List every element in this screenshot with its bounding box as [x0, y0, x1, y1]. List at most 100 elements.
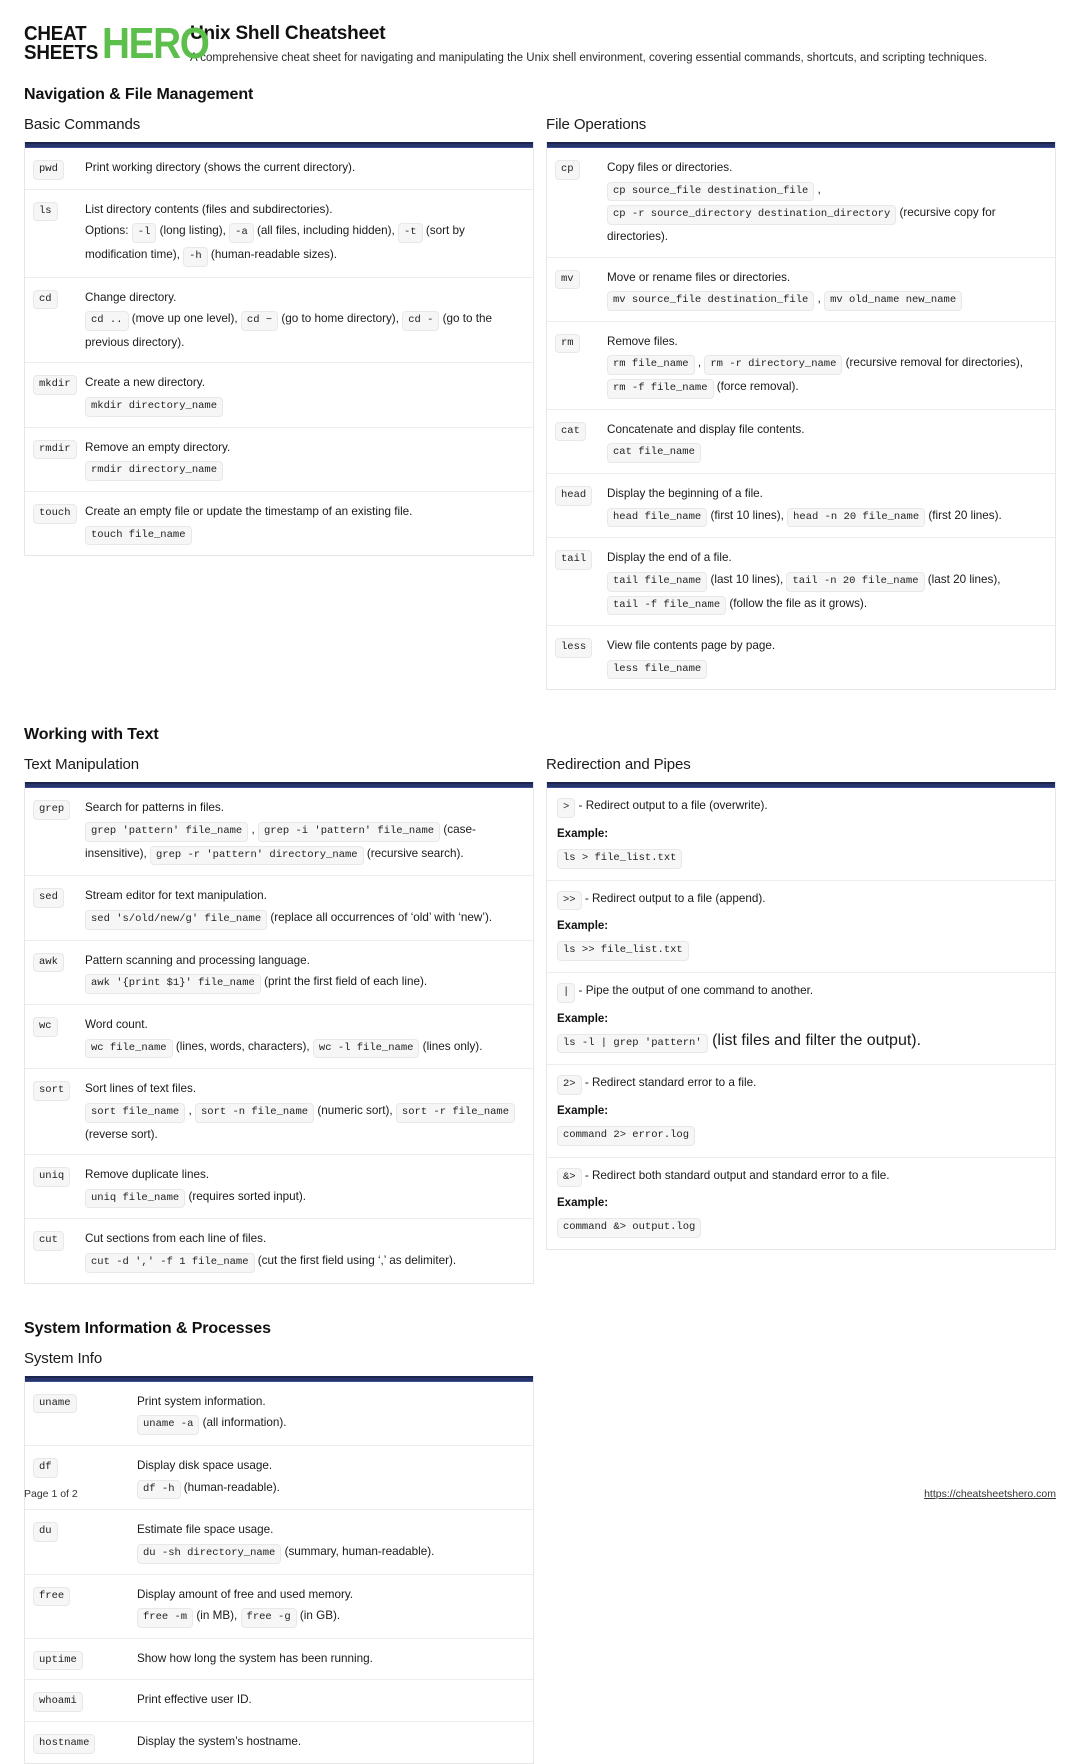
- table-row: rm Remove files. rm file_name , rm -r dire…: [547, 322, 1055, 410]
- table-row: sort Sort lines of text files. sort file_n…: [25, 1069, 533, 1156]
- inline-code: sort file_name: [85, 1102, 186, 1123]
- command-description-cell: Stream editor for text manipulation. sed …: [85, 885, 525, 930]
- inline-code: rmdir directory_name: [85, 461, 224, 481]
- command-detail: cat file_name: [607, 443, 701, 463]
- command-name-cell: mkdir: [33, 372, 85, 396]
- command-chip: cp: [555, 159, 580, 180]
- command-detail: du -sh directory_name (summary, human-re…: [137, 1543, 434, 1564]
- inline-code: awk '{print $1}' file_name: [85, 974, 261, 994]
- operator-chip: >>: [557, 890, 582, 911]
- left-column: Text Manipulation grep Search for patterns…: [24, 756, 534, 1284]
- command-name-cell: sort: [33, 1078, 85, 1101]
- command-description-cell: Change directory. cd .. (move up one leve…: [85, 287, 525, 354]
- operator-line: > - Redirect output to a file (overwrite…: [557, 797, 1045, 819]
- redirection-table: > - Redirect output to a file (overwrite…: [546, 782, 1056, 1250]
- inline-code: mv old_name new_name: [824, 291, 963, 311]
- inline-code: grep 'pattern' file_name: [85, 822, 249, 842]
- command-chip: cut: [33, 1231, 64, 1252]
- section-heading: Working with Text: [24, 726, 159, 744]
- example-code: ls -l | grep 'pattern': [557, 1033, 708, 1054]
- command-detail: uname -a (all information).: [137, 1415, 286, 1435]
- table-row: rmdir Remove an empty directory. rmdir dir…: [25, 428, 533, 492]
- command-description: Display disk space usage.: [137, 1459, 273, 1472]
- table-row: hostname Display the system’s hostname.: [25, 1722, 533, 1763]
- table-row: du Estimate file space usage. du -sh direc…: [25, 1510, 533, 1575]
- table-row: pwd Print working directory (shows the cu…: [25, 148, 533, 190]
- command-detail: touch file_name: [85, 525, 192, 546]
- command-detail: wc file_name (lines, words, characters),…: [85, 1038, 482, 1059]
- section-3: System Information & Processes System Inf…: [24, 1320, 1056, 1764]
- command-detail: free -m (in MB), free -g (in GB).: [137, 1608, 340, 1628]
- inline-code: cut -d ',' -f 1 file_name: [85, 1253, 255, 1273]
- inline-code: touch file_name: [85, 525, 192, 546]
- command-description-cell: Estimate file space usage. du -sh directo…: [137, 1519, 525, 1564]
- inline-code: free -g: [240, 1608, 297, 1628]
- command-table: grep Search for patterns in files. grep 'p…: [24, 782, 534, 1284]
- table-row: tail Display the end of a file. tail file_…: [547, 538, 1055, 627]
- inline-code: rm -r directory_name: [704, 355, 843, 376]
- command-chip: mv: [555, 269, 580, 290]
- command-description-cell: Word count. wc file_name (lines, words, c…: [85, 1014, 525, 1059]
- operator-chip: &>: [557, 1167, 582, 1188]
- command-description-cell: Create an empty file or update the times…: [85, 501, 525, 546]
- table-row: df Display disk space usage. df -h (human-…: [25, 1446, 533, 1511]
- command-description: Remove files.: [607, 334, 678, 348]
- command-name-cell: grep: [33, 797, 85, 821]
- example-line: ls -l | grep 'pattern' (list files and f…: [557, 1032, 1045, 1054]
- command-detail: sed 's/old/new/g' file_name (replace all…: [85, 910, 492, 930]
- brand-logo: CHEAT SHEETS HERO: [24, 22, 210, 66]
- inline-code: du -sh directory_name: [137, 1543, 282, 1564]
- page-subtitle: A comprehensive cheat sheet for navigati…: [190, 52, 988, 64]
- subsection-heading: File Operations: [546, 115, 647, 133]
- example-code: ls >> file_list.txt: [557, 941, 689, 962]
- left-column: Basic Commands pwd Print working directory…: [24, 116, 534, 557]
- inline-code: cp -r source_directory destination_direc…: [607, 205, 897, 225]
- inline-code: wc -l file_name: [312, 1038, 420, 1059]
- command-chip: uname: [33, 1393, 77, 1414]
- inline-code: tail -n 20 file_name: [786, 571, 925, 592]
- site-url[interactable]: https://cheatsheetshero.com: [924, 1488, 1056, 1500]
- command-name-cell: pwd: [33, 157, 85, 180]
- command-description-cell: Display the beginning of a file. head fil…: [607, 483, 1047, 528]
- table-row: touch Create an empty file or update the …: [25, 492, 533, 555]
- command-description-cell: Concatenate and display file contents. ca…: [607, 419, 1047, 464]
- command-chip: pwd: [33, 159, 64, 180]
- command-description: Change directory.: [85, 290, 177, 304]
- inline-code: grep -r 'pattern' directory_name: [149, 845, 364, 866]
- command-name-cell: hostname: [33, 1731, 137, 1754]
- table-row: uname Print system information. uname -a (…: [25, 1382, 533, 1446]
- command-chip: uniq: [33, 1167, 71, 1187]
- table-row: cat Concatenate and display file contents…: [547, 410, 1055, 474]
- command-detail: less file_name: [607, 659, 708, 680]
- table-row: cd Change directory. cd .. (move up one le…: [25, 278, 533, 364]
- operator-line: | - Pipe the output of one command to an…: [557, 982, 1045, 1003]
- table-row: mv Move or rename files or directories. mv…: [547, 258, 1055, 322]
- inline-code: rm file_name: [607, 355, 695, 376]
- command-detail: sort file_name , sort -n file_name (nume…: [85, 1102, 516, 1141]
- right-column: File Operations cp Copy files or directori…: [546, 116, 1056, 691]
- operator-chip: |: [557, 983, 576, 1003]
- command-description: Print working directory (shows the curre…: [85, 160, 356, 174]
- command-detail: head file_name (first 10 lines), head -n…: [607, 507, 1002, 528]
- inline-code: uname -a: [137, 1415, 200, 1435]
- command-chip: head: [555, 485, 593, 506]
- page-header: CHEAT SHEETS HERO Unix Shell Cheatsheet …: [24, 22, 1056, 66]
- inline-code: cp source_file destination_file: [607, 181, 815, 202]
- subsection-heading: System Info: [24, 1349, 103, 1367]
- example-label: Example:: [557, 828, 609, 841]
- inline-code: head -n 20 file_name: [787, 507, 926, 528]
- inline-code: grep -i 'pattern' file_name: [257, 822, 441, 842]
- inline-code: sort -n file_name: [194, 1102, 315, 1123]
- command-name-cell: rmdir: [33, 437, 85, 460]
- left-column: System Info uname Print system information…: [24, 1350, 534, 1764]
- inline-code: -t: [398, 223, 423, 243]
- example-line: command 2> error.log: [557, 1124, 1045, 1146]
- command-description: Pattern scanning and processing language…: [85, 953, 310, 967]
- command-description: Display the end of a file.: [607, 551, 732, 565]
- table-row: awk Pattern scanning and processing langu…: [25, 941, 533, 1005]
- command-description: Remove duplicate lines.: [85, 1168, 210, 1182]
- table-row: &> - Redirect both standard output and s…: [547, 1158, 1055, 1249]
- command-chip: less: [555, 638, 593, 658]
- command-chip: rm: [555, 333, 580, 354]
